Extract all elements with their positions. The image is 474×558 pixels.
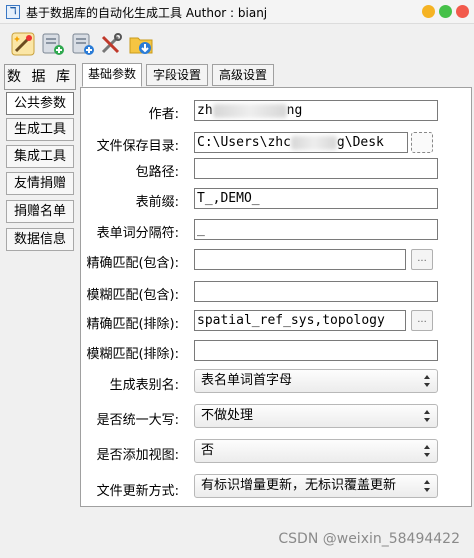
- dropdown-arrows-icon: [424, 410, 430, 422]
- word-separator-input[interactable]: _: [194, 219, 438, 240]
- minimize-button[interactable]: [422, 5, 435, 18]
- update-mode-select[interactable]: 有标识增量更新，无标识覆盖更新: [194, 474, 438, 498]
- package-path-label: 包路径:: [135, 165, 179, 180]
- sidebar-item-integration-tools[interactable]: 集成工具: [6, 145, 74, 168]
- browse-folder-button[interactable]: [411, 132, 433, 153]
- redaction-blur: [290, 135, 337, 150]
- alias-select[interactable]: 表名单词首字母: [194, 369, 438, 393]
- update-mode-label: 文件更新方式:: [96, 484, 179, 499]
- fuzzy-exclude-input[interactable]: [194, 340, 438, 361]
- app-icon: ℸ: [6, 5, 20, 19]
- save-dir-label: 文件保存目录:: [96, 139, 179, 154]
- magic-wand-icon[interactable]: [10, 31, 36, 57]
- word-separator-label: 表单词分隔符:: [96, 226, 179, 241]
- dropdown-arrows-icon: [424, 480, 430, 492]
- sidebar-item-donor-list[interactable]: 捐赠名单: [6, 200, 74, 223]
- close-button[interactable]: [456, 5, 469, 18]
- uppercase-select[interactable]: 不做处理: [194, 404, 438, 428]
- title-bar: ℸ 基于数据库的自动化生成工具 Author : bianj: [0, 0, 474, 24]
- dropdown-arrows-icon: [424, 375, 430, 387]
- save-dir-input[interactable]: C:\Users\zhc g\Desk: [194, 132, 408, 153]
- redaction-blur: [212, 103, 287, 118]
- sidebar-header-database[interactable]: 数 据 库: [4, 64, 76, 90]
- table-prefix-input[interactable]: T_,DEMO_: [194, 188, 438, 209]
- package-path-input[interactable]: [194, 158, 438, 179]
- window-title: 基于数据库的自动化生成工具 Author : bianj: [26, 6, 268, 20]
- fuzzy-include-input[interactable]: [194, 281, 438, 302]
- maximize-button[interactable]: [439, 5, 452, 18]
- add-table-icon[interactable]: [70, 31, 96, 57]
- toolbar: [0, 26, 474, 60]
- sidebar-item-data-info[interactable]: 数据信息: [6, 228, 74, 251]
- table-prefix-label: 表前缀:: [135, 195, 179, 210]
- fuzzy-exclude-label: 模糊匹配(排除):: [86, 347, 179, 362]
- tab-advanced-settings[interactable]: 高级设置: [212, 64, 274, 86]
- exact-exclude-more-button[interactable]: ...: [411, 310, 433, 331]
- exact-exclude-label: 精确匹配(排除):: [86, 317, 179, 332]
- sidebar: 数 据 库 公共参数 生成工具 集成工具 友情捐赠 捐赠名单 数据信息: [4, 64, 76, 554]
- alias-label: 生成表别名:: [109, 378, 179, 393]
- tab-bar: 基础参数 字段设置 高级设置: [80, 63, 472, 88]
- author-input[interactable]: zh ng: [194, 100, 438, 121]
- author-label: 作者:: [148, 107, 179, 122]
- tab-field-settings[interactable]: 字段设置: [146, 64, 208, 86]
- dropdown-arrows-icon: [424, 445, 430, 457]
- add-view-label: 是否添加视图:: [96, 448, 179, 463]
- sidebar-item-donate[interactable]: 友情捐赠: [6, 172, 74, 195]
- uppercase-label: 是否统一大写:: [96, 413, 179, 428]
- watermark: CSDN @weixin_58494422: [278, 531, 460, 547]
- add-database-icon[interactable]: [40, 31, 66, 57]
- add-view-select[interactable]: 否: [194, 439, 438, 463]
- fuzzy-include-label: 模糊匹配(包含):: [86, 288, 179, 303]
- exact-exclude-input[interactable]: spatial_ref_sys,topology: [194, 310, 406, 331]
- download-folder-icon[interactable]: [128, 31, 154, 57]
- tab-basic-params[interactable]: 基础参数: [82, 63, 142, 87]
- exact-include-label: 精确匹配(包含):: [86, 256, 179, 271]
- basic-params-panel: 作者: zh ng 文件保存目录: C:\Users\zhc g\Desk 包路径:…: [80, 87, 472, 507]
- sidebar-item-common-params[interactable]: 公共参数: [6, 92, 74, 115]
- exact-include-input[interactable]: [194, 249, 406, 270]
- exact-include-more-button[interactable]: ...: [411, 249, 433, 270]
- tools-icon[interactable]: [98, 31, 124, 57]
- sidebar-item-generate-tools[interactable]: 生成工具: [6, 118, 74, 141]
